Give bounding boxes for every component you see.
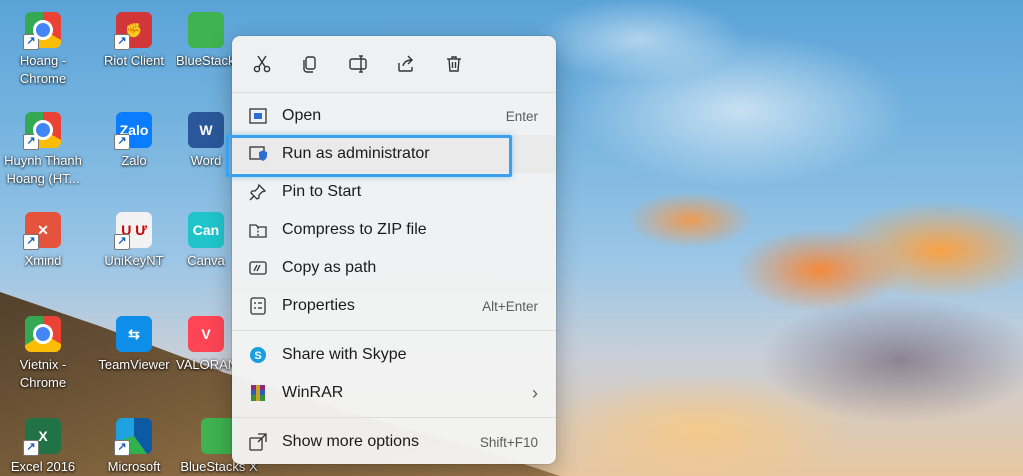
desktop-icon-label: Vietnix - Chrome: [19, 357, 67, 390]
word-icon: W: [188, 112, 224, 148]
desktop-icon-hoang-chrome[interactable]: ↗ Hoang - Chrome: [0, 12, 86, 88]
menu-item-label: Share with Skype: [282, 346, 407, 363]
xmind-icon: ✕ ↗: [23, 212, 61, 250]
skype-icon: S: [248, 345, 268, 365]
desktop-icon-label: BlueStacks: [176, 53, 236, 68]
delete-icon: [447, 56, 461, 72]
menu-item-shortcut: Alt+Enter: [482, 298, 538, 314]
desktop-icon-label: Excel 2016: [10, 459, 76, 474]
teamviewer-icon: ⇆: [116, 316, 152, 352]
shortcut-arrow-icon: ↗: [114, 234, 130, 250]
menu-item-winrar[interactable]: WinRAR ›: [232, 374, 556, 412]
menu-item-compress-zip[interactable]: Compress to ZIP file: [232, 211, 556, 249]
desktop-icon-label: Huynh Thanh Hoang (HT...: [4, 153, 82, 186]
menu-item-properties[interactable]: Properties Alt+Enter: [232, 287, 556, 325]
menu-item-copy-as-path[interactable]: Copy as path: [232, 249, 556, 287]
rename-button[interactable]: [340, 46, 376, 82]
open-icon: [248, 106, 268, 126]
context-menu-toolbar: [232, 36, 556, 92]
menu-item-shortcut: Shift+F10: [479, 434, 538, 450]
delete-button[interactable]: [436, 46, 472, 82]
menu-item-label: Run as administrator: [282, 145, 430, 162]
desktop-icon-excel[interactable]: X ↗ Excel 2016: [0, 418, 86, 476]
desktop-icon-label: Hoang - Chrome: [19, 53, 67, 86]
copy-button[interactable]: [292, 46, 328, 82]
context-menu: Open Enter Run as administrator Pin to S…: [226, 36, 556, 464]
chrome-icon: ↗: [23, 112, 61, 150]
canva-icon: Can: [188, 212, 224, 248]
path-icon: [248, 258, 268, 278]
menu-item-label: WinRAR: [282, 384, 344, 401]
riot-client-icon: ✊ ↗: [114, 12, 152, 50]
menu-item-label: Compress to ZIP file: [282, 221, 427, 238]
chevron-right-icon: ›: [532, 382, 538, 403]
excel-icon: X ↗: [23, 418, 61, 456]
edge-icon: ↗: [114, 418, 152, 456]
menu-item-label: Show more options: [282, 433, 419, 450]
menu-item-label: Pin to Start: [282, 183, 362, 200]
desktop-icon-unikey[interactable]: U Ư ↗ UniKeyNT: [91, 212, 177, 270]
bluestacks-icon: [188, 12, 224, 48]
desktop-icon-label: Zalo: [121, 153, 147, 168]
menu-item-label: Open: [282, 107, 322, 124]
zalo-icon: Zalo ↗: [114, 112, 152, 150]
desktop-icon-word[interactable]: W Word: [176, 112, 236, 170]
menu-separator: [232, 330, 556, 331]
menu-item-label: Properties: [282, 297, 355, 314]
desktop-icon-vietnix-chrome[interactable]: Vietnix - Chrome: [0, 316, 86, 392]
desktop-icon-valorant[interactable]: V VALORANT: [176, 316, 236, 374]
zip-folder-icon: [248, 220, 268, 240]
cut-icon: [253, 55, 271, 73]
cut-button[interactable]: [244, 46, 280, 82]
desktop-icon-canva[interactable]: Can Canva: [176, 212, 236, 270]
share-icon: [398, 55, 413, 72]
desktop-icon-xmind[interactable]: ✕ ↗ Xmind: [0, 212, 86, 270]
desktop-icon-bluestacks[interactable]: BlueStacks: [176, 12, 236, 70]
winrar-icon: [248, 383, 268, 403]
menu-item-pin-to-start[interactable]: Pin to Start: [232, 173, 556, 211]
desktop-icon-label: UniKeyNT: [104, 253, 164, 268]
menu-item-shortcut: Enter: [505, 108, 538, 124]
desktop-icon-label: Microsoft: [107, 459, 161, 474]
share-button[interactable]: [388, 46, 424, 82]
desktop-icon-label: Canva: [187, 253, 225, 268]
svg-text:S: S: [254, 350, 261, 362]
menu-item-run-as-administrator[interactable]: Run as administrator: [226, 135, 556, 177]
rename-icon: [349, 55, 367, 73]
menu-item-show-more-options[interactable]: Show more options Shift+F10: [232, 423, 556, 461]
desktop-icon-teamviewer[interactable]: ⇆ TeamViewer: [91, 316, 177, 374]
chrome-icon: [25, 316, 61, 352]
desktop-icon-label: TeamViewer: [98, 357, 170, 372]
pin-icon: [248, 182, 268, 202]
desktop-icon-zalo[interactable]: Zalo ↗ Zalo: [91, 112, 177, 170]
chrome-icon: ↗: [23, 12, 61, 50]
properties-icon: [248, 296, 268, 316]
shortcut-arrow-icon: ↗: [23, 134, 39, 150]
valorant-icon: V: [188, 316, 224, 352]
desktop-icon-edge[interactable]: ↗ Microsoft: [91, 418, 177, 476]
shortcut-arrow-icon: ↗: [114, 134, 130, 150]
shield-icon: [248, 144, 268, 164]
desktop-icon-label: VALORANT: [176, 357, 236, 372]
unikey-icon: U Ư ↗: [114, 212, 152, 250]
menu-item-open[interactable]: Open Enter: [232, 97, 556, 135]
shortcut-arrow-icon: ↗: [114, 440, 130, 456]
desktop-icon-label: Xmind: [24, 253, 62, 268]
menu-item-label: Copy as path: [282, 259, 377, 276]
more-options-icon: [248, 432, 268, 452]
menu-item-share-with-skype[interactable]: S Share with Skype: [232, 336, 556, 374]
shortcut-arrow-icon: ↗: [23, 440, 39, 456]
shortcut-arrow-icon: ↗: [23, 234, 39, 250]
desktop-icon-riot-client[interactable]: ✊ ↗ Riot Client: [91, 12, 177, 70]
shortcut-arrow-icon: ↗: [23, 34, 39, 50]
desktop-icon-label: Word: [190, 153, 222, 168]
copy-icon: [303, 56, 316, 73]
desktop-icon-huynh-chrome[interactable]: ↗ Huynh Thanh Hoang (HT...: [0, 112, 86, 188]
menu-separator: [232, 417, 556, 418]
shortcut-arrow-icon: ↗: [114, 34, 130, 50]
desktop-icon-label: Riot Client: [104, 53, 164, 68]
